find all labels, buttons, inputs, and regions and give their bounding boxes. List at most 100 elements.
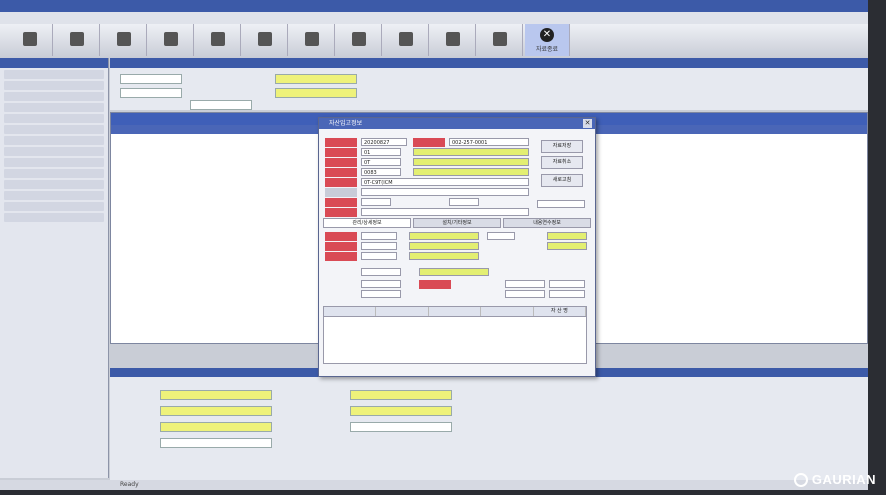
toolbar-icon bbox=[352, 32, 366, 46]
title-bar bbox=[0, 0, 868, 12]
application-window: ✕ 자료종료 Ready 자산입고정보 ✕ 20200827 002-257-0… bbox=[0, 0, 868, 490]
list-item[interactable] bbox=[4, 169, 104, 178]
amount-field[interactable] bbox=[505, 290, 545, 298]
toolbar-button-8[interactable] bbox=[337, 24, 382, 56]
detail-code-field[interactable] bbox=[361, 232, 397, 240]
tab-useful-life[interactable]: 내용연수정보 bbox=[503, 218, 591, 228]
detail-name-field[interactable] bbox=[409, 232, 479, 240]
toolbar-button-3[interactable] bbox=[102, 24, 147, 56]
spec-field[interactable] bbox=[361, 188, 529, 196]
asset-code-field[interactable]: 002-257-0001 bbox=[449, 138, 529, 146]
barcode-icon bbox=[258, 32, 272, 46]
toolbar-icon bbox=[493, 32, 507, 46]
list-item[interactable] bbox=[4, 81, 104, 90]
option-select[interactable] bbox=[537, 200, 585, 208]
required-label bbox=[325, 138, 357, 147]
toolbar-button-9[interactable] bbox=[384, 24, 429, 56]
detail-name-field[interactable] bbox=[419, 268, 489, 276]
toolbar-button-7[interactable] bbox=[290, 24, 335, 56]
detail-code-field[interactable] bbox=[361, 242, 397, 250]
toolbar-button-5[interactable] bbox=[196, 24, 241, 56]
toolbar-button-2[interactable] bbox=[55, 24, 100, 56]
required-label bbox=[325, 232, 357, 241]
dialog-title: 자산입고정보 bbox=[329, 120, 363, 127]
date-field[interactable] bbox=[361, 280, 401, 288]
detail-code-field[interactable] bbox=[361, 252, 397, 260]
list-item[interactable] bbox=[4, 125, 104, 134]
cancel-button[interactable]: 자료취소 bbox=[541, 156, 583, 169]
list-item[interactable] bbox=[4, 213, 104, 222]
required-label bbox=[325, 178, 357, 187]
toolbar-button-6[interactable] bbox=[243, 24, 288, 56]
detail-field[interactable] bbox=[160, 390, 272, 400]
menu-bar bbox=[0, 12, 868, 24]
list-item[interactable] bbox=[4, 158, 104, 167]
grid-column bbox=[481, 307, 534, 316]
field-label bbox=[325, 188, 357, 197]
close-icon: ✕ bbox=[584, 119, 591, 127]
list-item[interactable] bbox=[4, 103, 104, 112]
detail-field[interactable] bbox=[361, 268, 401, 276]
main-panel-header bbox=[110, 58, 868, 68]
code-field[interactable]: 0083 bbox=[361, 168, 401, 176]
list-item[interactable] bbox=[4, 202, 104, 211]
detail-name-field[interactable] bbox=[409, 252, 479, 260]
list-item[interactable] bbox=[4, 191, 104, 200]
status-bar: Ready bbox=[0, 480, 868, 490]
detail-field[interactable] bbox=[160, 438, 272, 448]
gaurian-logo-icon bbox=[793, 473, 808, 487]
required-label bbox=[325, 158, 357, 167]
list-item[interactable] bbox=[4, 136, 104, 145]
list-item[interactable] bbox=[4, 114, 104, 123]
detail-field[interactable] bbox=[160, 406, 272, 416]
list-item[interactable] bbox=[4, 147, 104, 156]
grid-column bbox=[429, 307, 482, 316]
code-field[interactable]: 0T bbox=[361, 158, 401, 166]
amount-field[interactable] bbox=[505, 280, 545, 288]
toolbar-button-4[interactable] bbox=[149, 24, 194, 56]
required-label bbox=[325, 208, 357, 217]
list-item[interactable] bbox=[4, 180, 104, 189]
detail-field[interactable] bbox=[350, 390, 452, 400]
close-label: 자료종료 bbox=[535, 45, 559, 53]
filter-field[interactable] bbox=[190, 100, 252, 110]
model-field[interactable]: 0T-C9T(ICM bbox=[361, 178, 529, 186]
amount-field[interactable] bbox=[549, 280, 585, 288]
date-field[interactable] bbox=[361, 290, 401, 298]
detail-field[interactable] bbox=[350, 406, 452, 416]
name-field[interactable] bbox=[413, 148, 529, 156]
amount-field[interactable] bbox=[549, 290, 585, 298]
dialog-grid-header: 자 산 명 bbox=[324, 307, 587, 317]
tab-installation-info[interactable]: 설치/기타정보 bbox=[413, 218, 501, 228]
save-button[interactable]: 자료저장 bbox=[541, 140, 583, 153]
detail-name-field[interactable] bbox=[409, 242, 479, 250]
detail-name-field[interactable] bbox=[547, 232, 587, 240]
detail-field[interactable] bbox=[350, 422, 452, 432]
search-form bbox=[110, 68, 868, 110]
detail-name-field[interactable] bbox=[547, 242, 587, 250]
list-item[interactable] bbox=[4, 92, 104, 101]
search-field[interactable] bbox=[275, 74, 357, 84]
tab-management-detail[interactable]: 관리/상세정보 bbox=[323, 218, 411, 228]
amount-field[interactable] bbox=[361, 208, 529, 216]
watermark-text: GAURIAN bbox=[811, 472, 876, 487]
unit-select[interactable] bbox=[449, 198, 479, 206]
receipt-date-field[interactable]: 20200827 bbox=[361, 138, 407, 146]
date-to-field[interactable] bbox=[120, 88, 182, 98]
toolbar-button-10[interactable] bbox=[431, 24, 476, 56]
name-field[interactable] bbox=[413, 168, 529, 176]
date-from-field[interactable] bbox=[120, 74, 182, 84]
search-field[interactable] bbox=[275, 88, 357, 98]
close-button[interactable]: ✕ 자료종료 bbox=[525, 24, 570, 56]
detail-field[interactable] bbox=[160, 422, 272, 432]
name-field[interactable] bbox=[413, 158, 529, 166]
detail-code-field[interactable] bbox=[487, 232, 515, 240]
toolbar-button-11[interactable] bbox=[478, 24, 523, 56]
dialog-close-button[interactable]: ✕ bbox=[583, 119, 592, 128]
grid-column bbox=[324, 307, 377, 316]
toolbar-button-1[interactable] bbox=[8, 24, 53, 56]
refresh-button[interactable]: 새로고침 bbox=[541, 174, 583, 187]
quantity-field[interactable] bbox=[361, 198, 391, 206]
code-field[interactable]: 01 bbox=[361, 148, 401, 156]
list-item[interactable] bbox=[4, 70, 104, 79]
